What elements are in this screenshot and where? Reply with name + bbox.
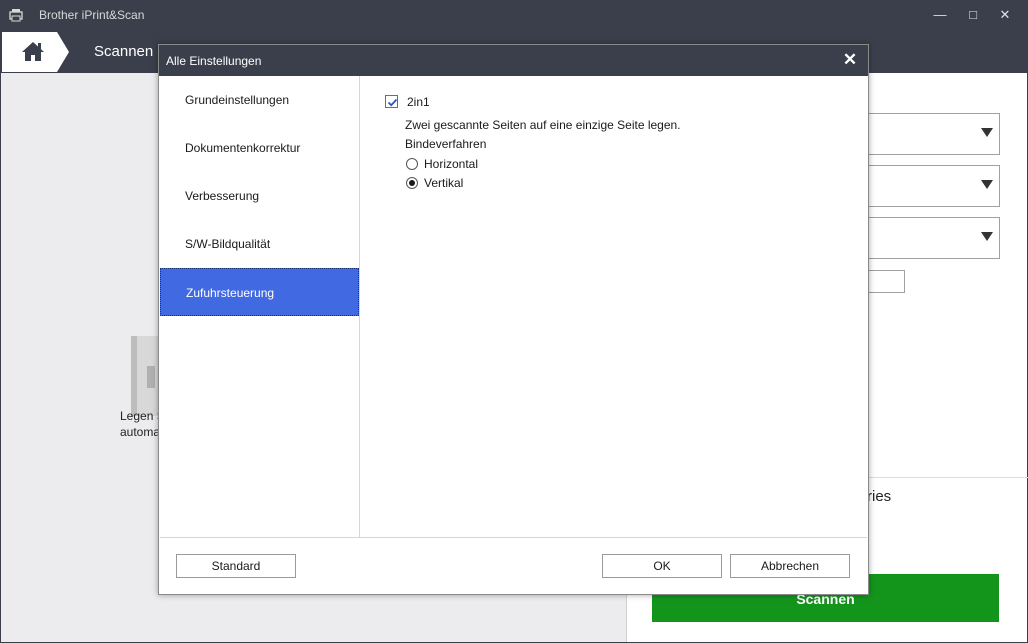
settings-dropdown-2[interactable] — [867, 165, 1000, 207]
category-list: Grundeinstellungen Dokumentenkorrektur V… — [160, 76, 360, 538]
chevron-down-icon — [981, 232, 993, 241]
nav-title: Scannen — [94, 43, 154, 60]
scanner-illustration — [131, 336, 161, 416]
dialog-body: Grundeinstellungen Dokumentenkorrektur V… — [160, 76, 867, 538]
radio-vertikal[interactable] — [406, 177, 418, 189]
home-icon — [22, 42, 44, 61]
dialog-footer: Standard OK Abbrechen — [159, 539, 868, 594]
settings-input-field[interactable] — [867, 270, 905, 293]
twoinone-description: Zwei gescannte Seiten auf eine einzige S… — [405, 118, 681, 132]
category-dokumentenkorrektur[interactable]: Dokumentenkorrektur — [160, 124, 359, 172]
device-model-label: ries — [867, 488, 892, 505]
category-grundeinstellungen[interactable]: Grundeinstellungen — [160, 76, 359, 124]
radio-horizontal-label: Horizontal — [424, 157, 479, 171]
home-button[interactable] — [2, 32, 57, 72]
app-printer-icon — [9, 8, 23, 22]
cancel-button[interactable]: Abbrechen — [730, 554, 850, 578]
radio-vertikal-label: Vertikal — [424, 176, 464, 190]
category-sw-bildqualitaet[interactable]: S/W-Bildqualität — [160, 220, 359, 268]
settings-dropdown-3[interactable] — [867, 217, 1000, 259]
maximize-button[interactable]: □ — [963, 6, 983, 24]
twoinone-checkbox[interactable] — [385, 95, 398, 108]
dialog-header: Alle Einstellungen ✕ — [159, 45, 868, 76]
window-title: Brother iPrint&Scan — [39, 8, 145, 22]
standard-button[interactable]: Standard — [176, 554, 296, 578]
ok-button[interactable]: OK — [602, 554, 722, 578]
chevron-down-icon — [981, 180, 993, 189]
window-titlebar: Brother iPrint&Scan — □ ✕ — [0, 0, 1028, 31]
chevron-down-icon — [981, 128, 993, 137]
home-chevron — [57, 32, 69, 72]
binding-label: Bindeverfahren — [405, 137, 487, 151]
settings-dropdown-1[interactable] — [867, 113, 1000, 155]
category-zufuhrsteuerung[interactable]: Zufuhrsteuerung — [160, 268, 359, 316]
radio-horizontal[interactable] — [406, 158, 418, 170]
dialog-title: Alle Einstellungen — [166, 54, 262, 68]
twoinone-label: 2in1 — [407, 95, 430, 109]
checkmark-icon — [387, 98, 398, 107]
settings-panel: 2in1 Zwei gescannte Seiten auf eine einz… — [360, 76, 867, 538]
all-settings-dialog: Alle Einstellungen ✕ Grundeinstellungen … — [158, 44, 869, 595]
category-verbesserung[interactable]: Verbesserung — [160, 172, 359, 220]
minimize-button[interactable]: — — [930, 6, 950, 24]
dialog-close-button[interactable]: ✕ — [840, 50, 860, 70]
window-close-button[interactable]: ✕ — [995, 6, 1015, 24]
